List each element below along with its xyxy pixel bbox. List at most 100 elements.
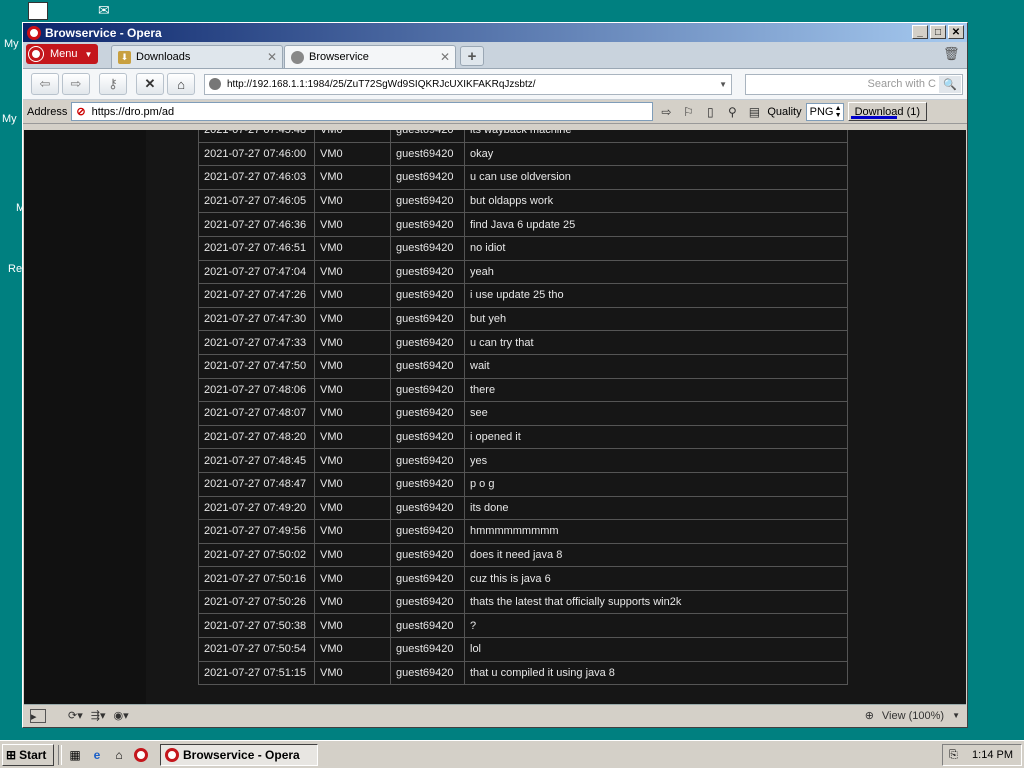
url-text: http://192.168.1.1:1984/25/ZuT72SgWd9SIQ… <box>227 78 536 90</box>
desktop-icon-label[interactable]: My <box>4 38 19 50</box>
site-info-icon <box>209 78 221 90</box>
timestamp-cell: 2021-07-27 07:46:51 <box>198 235 315 261</box>
table-row: 2021-07-27 07:46:36 VM0 guest69420 find Jav… <box>198 212 848 237</box>
opera-logo-icon <box>29 47 43 61</box>
clipboard-icon[interactable]: ▤ <box>745 103 763 121</box>
close-tab-icon[interactable]: ✕ <box>267 50 277 64</box>
tab-browservice[interactable]: Browservice ✕ <box>284 45 456 68</box>
new-tab-button[interactable]: + <box>460 46 484 66</box>
show-desktop-icon[interactable]: ▦ <box>66 746 84 764</box>
desktop-icon-label[interactable]: Re <box>8 263 22 275</box>
taskbar: ⊞ Start ▦ e ⌂ Browservice - Opera ⎘ 1:14… <box>0 740 1024 768</box>
vm-cell: VM0 <box>314 188 391 214</box>
find-icon[interactable]: ⚲ <box>723 103 741 121</box>
table-row: 2021-07-27 07:48:45 VM0 guest69420 yes <box>198 448 848 473</box>
opera-menu-button[interactable]: Menu ▼ <box>26 44 98 64</box>
timestamp-cell: 2021-07-27 07:47:04 <box>198 259 315 285</box>
vm-cell: VM0 <box>314 637 391 662</box>
timestamp-cell: 2021-07-27 07:49:56 <box>198 519 315 544</box>
share-icon[interactable]: ⇶▾ <box>91 709 106 722</box>
chat-log-table: 2021-07-27 07:45:48 VM0 guest69420 its wayb… <box>198 130 848 686</box>
search-icon[interactable]: 🔍 <box>939 75 961 93</box>
sync-icon[interactable]: ⟳▾ <box>68 709 83 722</box>
zoom-level[interactable]: View (100%) <box>882 710 944 722</box>
vm-cell: VM0 <box>314 330 391 355</box>
message-cell: yeah <box>464 259 848 285</box>
message-cell: ? <box>464 613 848 639</box>
left-panel <box>24 130 146 710</box>
vm-cell: VM0 <box>314 259 391 285</box>
user-cell: guest69420 <box>390 471 465 497</box>
vm-cell: VM0 <box>314 471 391 497</box>
user-cell: guest69420 <box>390 188 465 214</box>
user-cell: guest69420 <box>390 660 465 686</box>
globe-icon <box>291 50 304 64</box>
address-label: Address <box>27 105 68 118</box>
user-cell: guest69420 <box>390 613 465 639</box>
bookmark-icon[interactable]: ⚐ <box>679 103 697 121</box>
user-cell: guest69420 <box>390 306 465 332</box>
desktop-icon-top[interactable] <box>28 2 48 20</box>
address-input[interactable]: ⊘ https://dro.pm/ad <box>71 102 654 121</box>
network-icon[interactable]: ⌂ <box>110 746 128 764</box>
timestamp-cell: 2021-07-27 07:46:03 <box>198 165 315 190</box>
page-content: 2021-07-27 07:45:48 VM0 guest69420 its wayb… <box>24 130 966 710</box>
quality-select[interactable]: PNG ▲ ▼ <box>805 102 844 121</box>
trash-icon[interactable]: 🗑 <box>943 46 960 62</box>
start-label: Start <box>19 747 47 762</box>
minimize-button[interactable]: _ <box>912 25 928 39</box>
start-button[interactable]: ⊞ Start <box>2 743 54 766</box>
search-placeholder: Search with C <box>867 78 936 90</box>
table-row: 2021-07-27 07:46:03 VM0 guest69420 u can us… <box>198 165 848 190</box>
message-cell: lol <box>464 637 848 662</box>
chevron-down-icon[interactable]: ▼ <box>719 80 727 89</box>
opera-quicklaunch-icon[interactable] <box>132 746 150 764</box>
zoom-icon[interactable]: ⊕ <box>865 709 874 722</box>
user-cell: guest69420 <box>390 235 465 261</box>
desktop-icon-label[interactable]: My <box>2 113 17 125</box>
panel-toggle-icon[interactable]: ▸ <box>30 708 46 723</box>
network-tray-icon[interactable]: ⎘ <box>949 749 958 762</box>
tab-downloads[interactable]: ⬇ Downloads ✕ <box>111 45 283 68</box>
insecure-icon: ⊘ <box>76 106 86 118</box>
tab-label: Downloads <box>136 51 191 63</box>
maximize-button[interactable]: □ <box>930 25 946 39</box>
key-icon[interactable]: ⚷ <box>99 73 127 95</box>
search-field[interactable]: Search with C 🔍 <box>745 73 963 95</box>
table-row: 2021-07-27 07:47:33 VM0 guest69420 u can tr… <box>198 330 848 355</box>
message-cell: wait <box>464 353 848 379</box>
message-cell: find Java 6 update 25 <box>464 212 848 237</box>
turbo-icon[interactable]: ◉▾ <box>114 709 129 722</box>
user-cell: guest69420 <box>390 448 465 473</box>
stop-button[interactable]: ✕ <box>136 73 164 95</box>
bookmark-list-icon[interactable]: ▯ <box>701 103 719 121</box>
task-browservice-opera[interactable]: Browservice - Opera <box>160 743 318 766</box>
stepper-icon[interactable]: ▲ ▼ <box>835 105 842 119</box>
home-button[interactable]: ⌂ <box>167 73 195 95</box>
back-button[interactable]: ⇦ <box>31 73 59 95</box>
message-cell: i opened it <box>464 424 848 450</box>
go-icon[interactable]: ⇨ <box>657 103 675 121</box>
message-cell: does it need java 8 <box>464 542 848 568</box>
timestamp-cell: 2021-07-27 07:47:30 <box>198 306 315 332</box>
internet-explorer-icon[interactable]: e <box>88 746 106 764</box>
chevron-down-icon[interactable]: ▼ <box>952 711 960 720</box>
forward-button[interactable]: ⇨ <box>62 73 90 95</box>
user-cell: guest69420 <box>390 141 465 167</box>
clock[interactable]: 1:14 PM <box>972 749 1013 761</box>
status-bar: ▸ ⟳▾ ⇶▾ ◉▾ ⊕ View (100%) ▼ <box>24 704 966 726</box>
message-cell: but yeh <box>464 306 848 332</box>
url-field[interactable]: http://192.168.1.1:1984/25/ZuT72SgWd9SIQ… <box>204 73 732 95</box>
vm-cell: VM0 <box>314 212 391 237</box>
download-button[interactable]: Download (1) <box>847 102 928 121</box>
desktop-icon-top-2[interactable]: ✉ <box>98 2 124 20</box>
close-tab-icon[interactable]: ✕ <box>440 50 450 64</box>
timestamp-cell: 2021-07-27 07:51:15 <box>198 660 315 686</box>
timestamp-cell: 2021-07-27 07:47:33 <box>198 330 315 355</box>
vm-cell: VM0 <box>314 660 391 686</box>
message-cell: see <box>464 401 848 426</box>
windows-logo-icon: ⊞ <box>6 747 17 762</box>
user-cell: guest69420 <box>390 259 465 285</box>
close-window-button[interactable]: ✕ <box>948 25 964 39</box>
window-titlebar[interactable]: Browservice - Opera _ □ ✕ <box>23 23 967 42</box>
